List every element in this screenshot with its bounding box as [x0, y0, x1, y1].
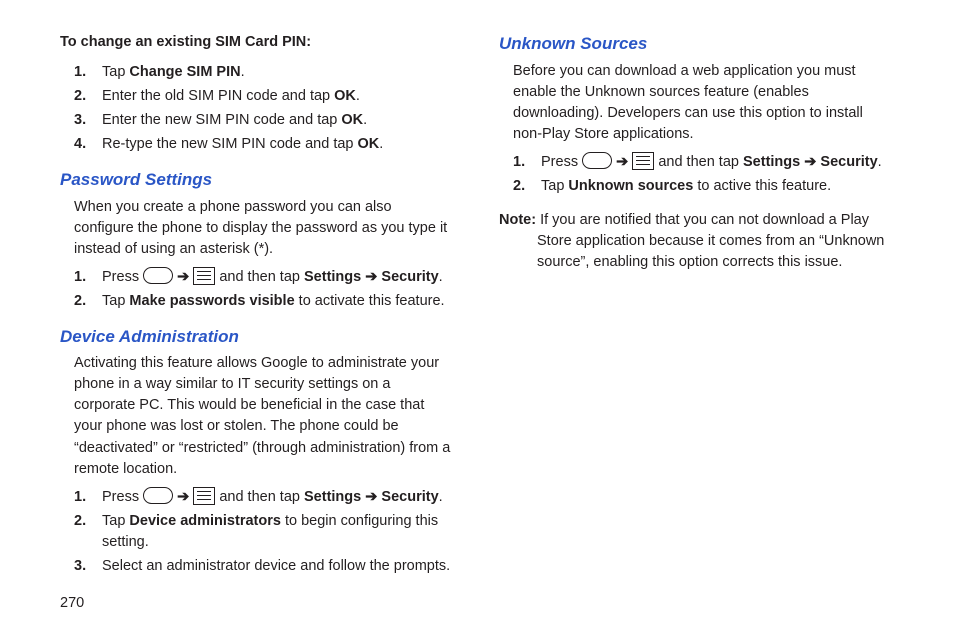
list-item: Select an administrator device and follo…: [74, 556, 455, 577]
menu-button-icon: [632, 152, 654, 170]
bold-term: Make passwords visible: [129, 293, 294, 309]
list-item: Tap Device administrators to begin confi…: [74, 511, 455, 553]
step-text: Enter the new SIM PIN code and tap: [102, 112, 341, 128]
device-admin-para: Activating this feature allows Google to…: [74, 353, 455, 479]
bold-term: Change SIM PIN: [129, 64, 240, 80]
bold-term: OK: [358, 136, 380, 152]
arrow-icon: ➔: [616, 154, 628, 170]
home-button-icon: [582, 152, 612, 169]
step-text: and then tap: [654, 154, 743, 170]
step-text: Tap: [102, 513, 129, 529]
step-text: .: [379, 136, 383, 152]
arrow-icon: ➔: [365, 269, 377, 285]
step-text: Tap: [541, 178, 568, 194]
arrow-icon: ➔: [177, 269, 189, 285]
note-text: If you are notified that you can not dow…: [536, 212, 884, 270]
arrow-icon: ➔: [365, 489, 377, 505]
right-column: Unknown Sources Before you can download …: [499, 32, 894, 614]
password-settings-para: When you create a phone password you can…: [74, 197, 455, 260]
step-text: Re-type the new SIM PIN code and tap: [102, 136, 358, 152]
list-item: Enter the old SIM PIN code and tap OK.: [74, 86, 455, 107]
step-text: to active this feature.: [693, 178, 831, 194]
note-label: Note:: [499, 212, 536, 228]
step-text: Tap: [102, 293, 129, 309]
bold-term: Settings: [743, 154, 804, 170]
step-text: .: [356, 88, 360, 104]
bold-term: Settings: [304, 489, 365, 505]
list-item: Enter the new SIM PIN code and tap OK.: [74, 110, 455, 131]
list-item: Tap Change SIM PIN.: [74, 62, 455, 83]
step-text: and then tap: [215, 489, 304, 505]
sim-pin-heading: To change an existing SIM Card PIN:: [60, 32, 455, 53]
bold-term: Security: [816, 154, 877, 170]
arrow-icon: ➔: [177, 489, 189, 505]
left-column: To change an existing SIM Card PIN: Tap …: [60, 32, 455, 614]
list-item: Press ➔ and then tap Settings ➔ Security…: [74, 267, 455, 288]
bold-term: Unknown sources: [568, 178, 693, 194]
step-text: .: [439, 269, 443, 285]
menu-button-icon: [193, 267, 215, 285]
step-text: .: [878, 154, 882, 170]
device-admin-steps: Press ➔ and then tap Settings ➔ Security…: [74, 484, 455, 580]
step-text: Tap: [102, 64, 129, 80]
step-text: Press: [102, 489, 143, 505]
list-item: Tap Unknown sources to active this featu…: [513, 176, 894, 197]
step-text: Enter the old SIM PIN code and tap: [102, 88, 334, 104]
step-text: Press: [541, 154, 582, 170]
sim-pin-steps: Tap Change SIM PIN. Enter the old SIM PI…: [74, 59, 455, 158]
bold-term: Security: [377, 269, 438, 285]
step-text: Select an administrator device and follo…: [102, 558, 450, 574]
step-text: .: [241, 64, 245, 80]
list-item: Re-type the new SIM PIN code and tap OK.: [74, 134, 455, 155]
password-settings-heading: Password Settings: [60, 168, 455, 193]
list-item: Tap Make passwords visible to activate t…: [74, 291, 455, 312]
step-text: to activate this feature.: [295, 293, 445, 309]
bold-term: OK: [341, 112, 363, 128]
bold-term: Security: [377, 489, 438, 505]
device-admin-heading: Device Administration: [60, 325, 455, 350]
unknown-sources-para: Before you can download a web applicatio…: [513, 61, 894, 145]
bold-term: Settings: [304, 269, 365, 285]
bold-term: OK: [334, 88, 356, 104]
step-text: .: [439, 489, 443, 505]
home-button-icon: [143, 487, 173, 504]
unknown-sources-steps: Press ➔ and then tap Settings ➔ Security…: [513, 149, 894, 200]
list-item: Press ➔ and then tap Settings ➔ Security…: [513, 152, 894, 173]
list-item: Press ➔ and then tap Settings ➔ Security…: [74, 487, 455, 508]
unknown-sources-heading: Unknown Sources: [499, 32, 894, 57]
page-number: 270: [60, 593, 455, 614]
password-settings-steps: Press ➔ and then tap Settings ➔ Security…: [74, 264, 455, 315]
note: Note: If you are notified that you can n…: [499, 210, 894, 273]
step-text: .: [363, 112, 367, 128]
menu-button-icon: [193, 487, 215, 505]
arrow-icon: ➔: [804, 154, 816, 170]
bold-term: Device administrators: [129, 513, 281, 529]
home-button-icon: [143, 267, 173, 284]
step-text: and then tap: [215, 269, 304, 285]
step-text: Press: [102, 269, 143, 285]
